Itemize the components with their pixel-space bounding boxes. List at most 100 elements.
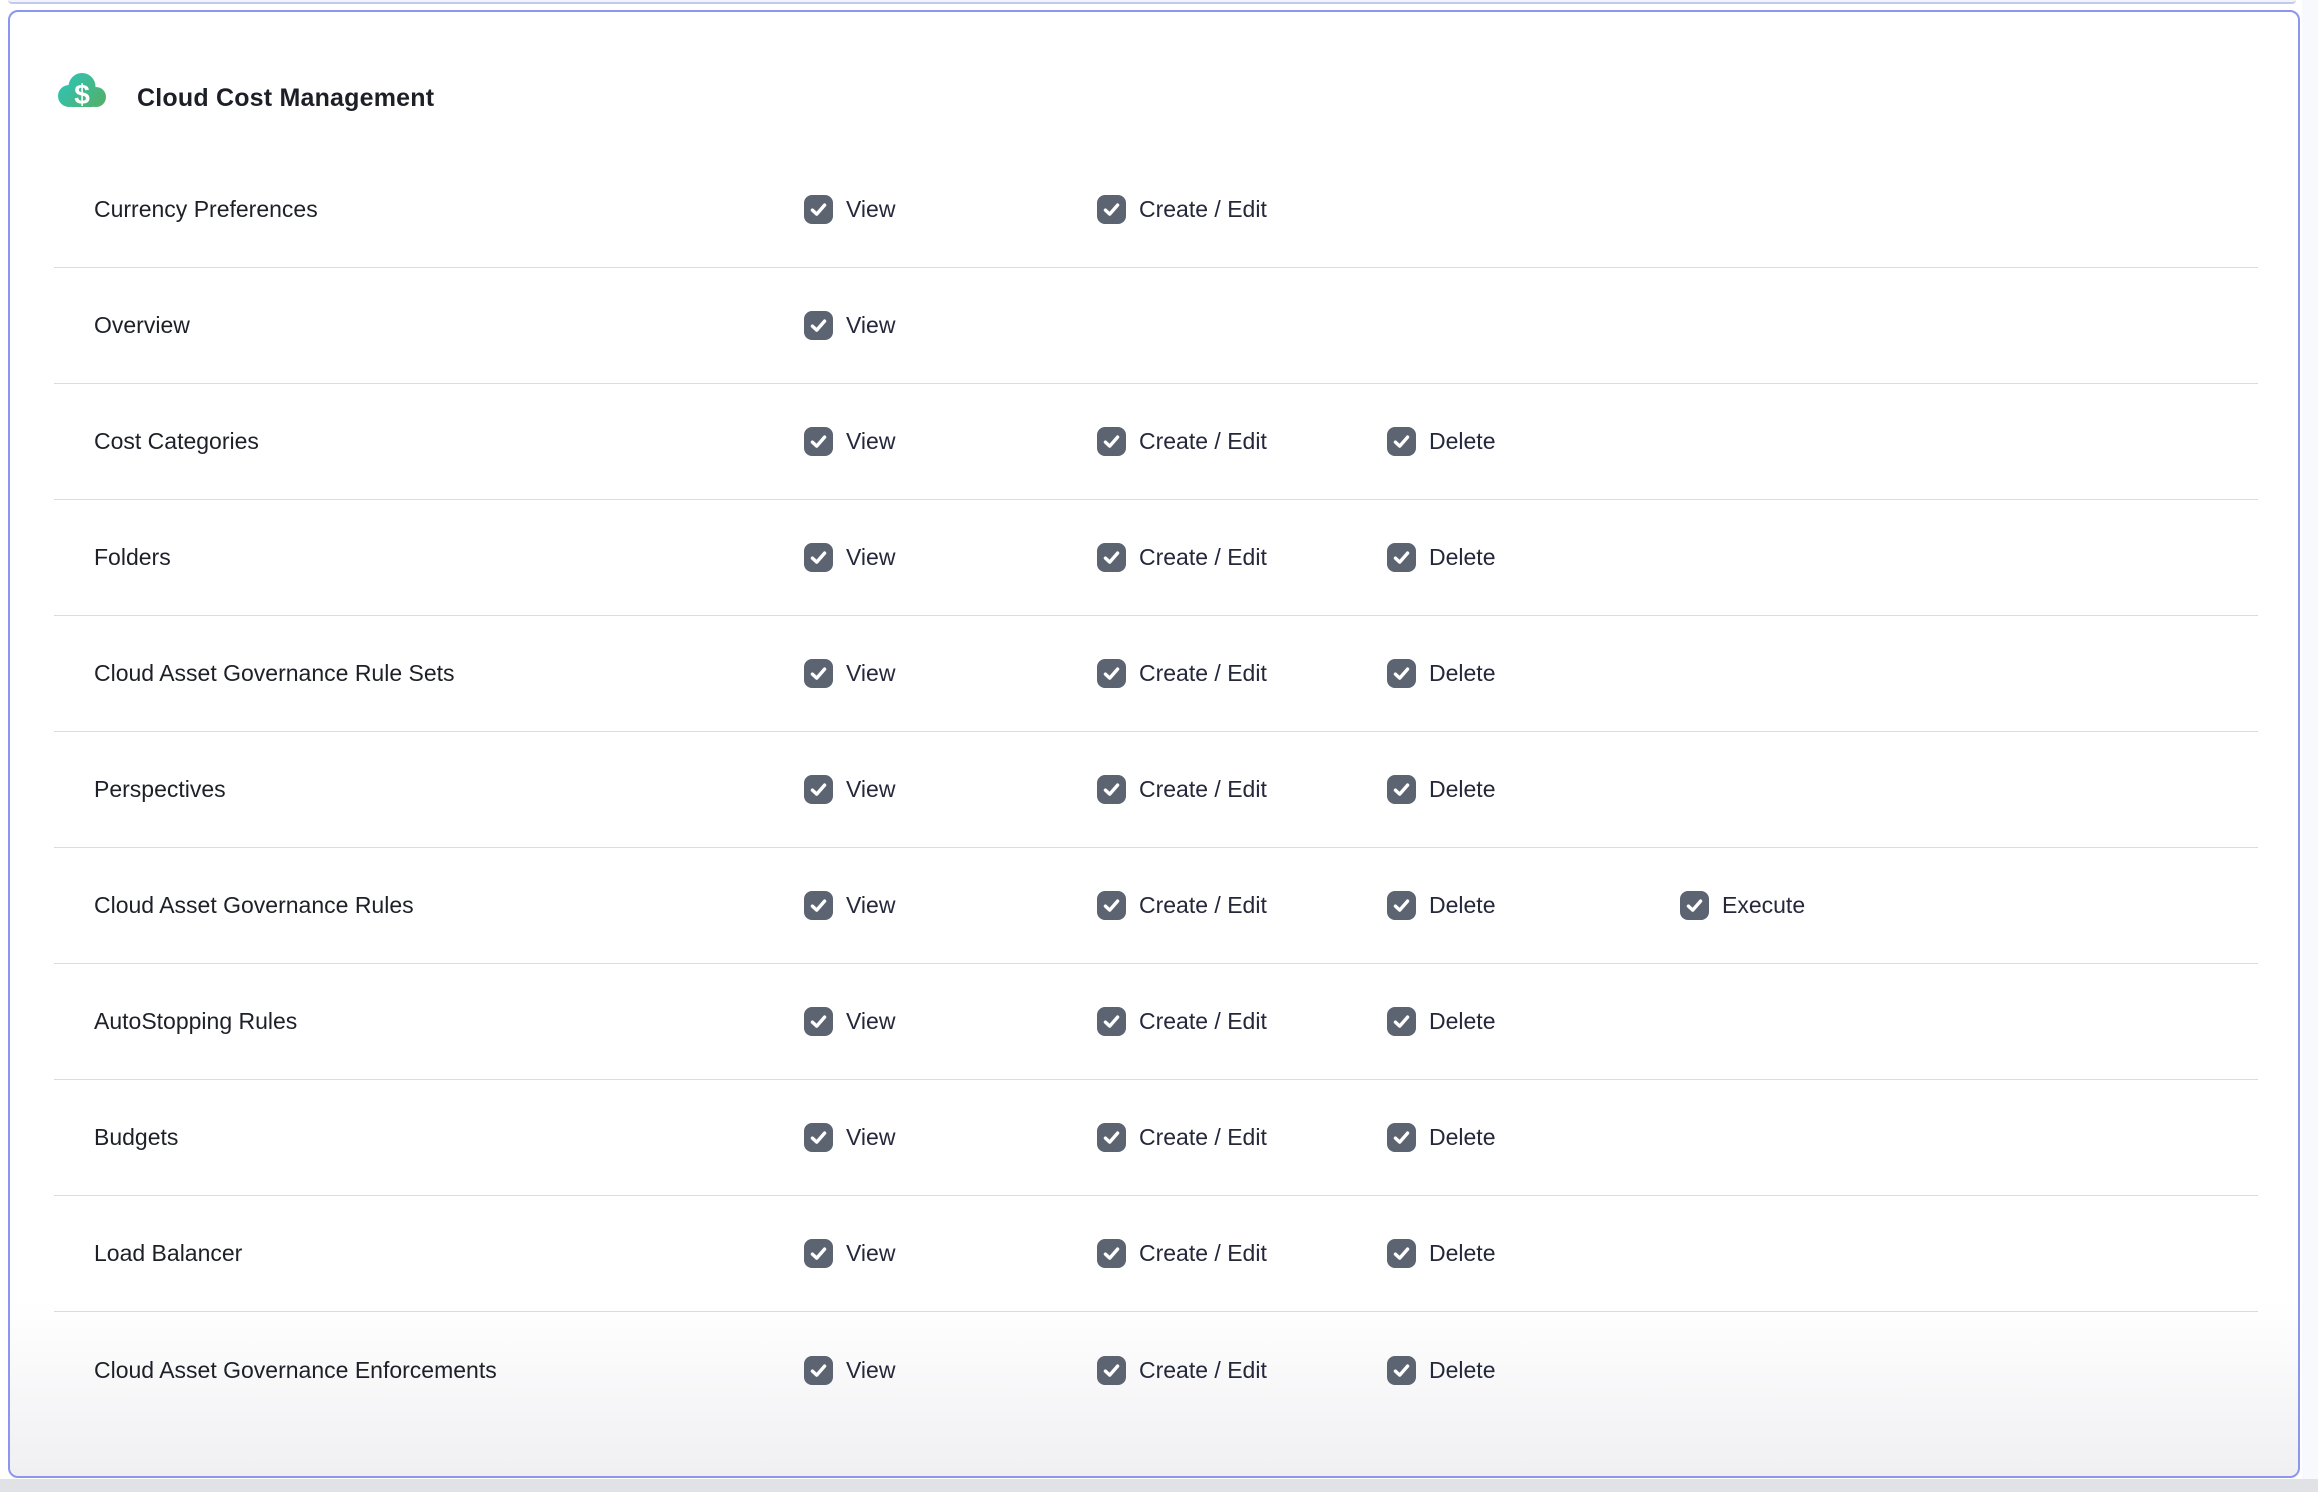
delete-checkbox[interactable] (1387, 1123, 1416, 1152)
delete-checkbox[interactable] (1387, 1239, 1416, 1268)
resource-label: Cloud Asset Governance Rule Sets (94, 660, 804, 687)
create-edit-checkbox[interactable] (1097, 775, 1126, 804)
view-checkbox[interactable] (804, 1356, 833, 1385)
permission-cell: Create / Edit (1097, 543, 1387, 572)
view-checkbox[interactable] (804, 1239, 833, 1268)
checkmark-icon (808, 315, 829, 336)
checkmark-icon (808, 1243, 829, 1264)
create-edit-checkbox[interactable] (1097, 195, 1126, 224)
table-row-cloud-asset-governance-enforcements: Cloud Asset Governance Enforcements View… (54, 1312, 2258, 1428)
create-edit-checkbox[interactable] (1097, 1356, 1126, 1385)
create-edit-checkbox[interactable] (1097, 659, 1126, 688)
checkmark-icon (1391, 1243, 1412, 1264)
table-row-overview: Overview View (54, 268, 2258, 384)
cloud-dollar-icon: $ (55, 68, 109, 112)
create-edit-checkbox[interactable] (1097, 1239, 1126, 1268)
permission-label: View (846, 312, 895, 339)
svg-text:$: $ (74, 79, 90, 110)
delete-checkbox[interactable] (1387, 543, 1416, 572)
permission-cell: View (804, 659, 1097, 688)
table-row-cost-categories: Cost Categories View Create / Edit Delet… (54, 384, 2258, 500)
permission-cell: View (804, 427, 1097, 456)
view-checkbox[interactable] (804, 1123, 833, 1152)
permission-label: Create / Edit (1139, 1008, 1267, 1035)
delete-checkbox[interactable] (1387, 775, 1416, 804)
view-checkbox[interactable] (804, 1007, 833, 1036)
table-row-budgets: Budgets View Create / Edit Delete (54, 1080, 2258, 1196)
permission-label: Create / Edit (1139, 196, 1267, 223)
page-background-right (2302, 0, 2318, 1492)
permission-cell: Delete (1387, 1356, 1680, 1385)
permission-label: Delete (1429, 1008, 1495, 1035)
table-row-autostopping-rules: AutoStopping Rules View Create / Edit De… (54, 964, 2258, 1080)
delete-checkbox[interactable] (1387, 427, 1416, 456)
page-title: Cloud Cost Management (137, 84, 434, 113)
permission-label: Delete (1429, 660, 1495, 687)
view-checkbox[interactable] (804, 427, 833, 456)
permission-cell: Create / Edit (1097, 659, 1387, 688)
permission-label: Delete (1429, 776, 1495, 803)
delete-checkbox[interactable] (1387, 1356, 1416, 1385)
execute-checkbox[interactable] (1680, 891, 1709, 920)
permission-label: Create / Edit (1139, 1124, 1267, 1151)
checkmark-icon (808, 663, 829, 684)
checkmark-icon (808, 895, 829, 916)
permission-cell: View (804, 1123, 1097, 1152)
create-edit-checkbox[interactable] (1097, 891, 1126, 920)
checkmark-icon (808, 1011, 829, 1032)
permission-label: Delete (1429, 1357, 1495, 1384)
permission-cell: Delete (1387, 775, 1680, 804)
view-checkbox[interactable] (804, 775, 833, 804)
previous-card-edge (8, 0, 2296, 4)
resource-label: Folders (94, 544, 804, 571)
permission-label: Create / Edit (1139, 776, 1267, 803)
checkmark-icon (808, 547, 829, 568)
view-checkbox[interactable] (804, 543, 833, 572)
permission-label: View (846, 1357, 895, 1384)
checkmark-icon (808, 1127, 829, 1148)
permission-cell: Create / Edit (1097, 195, 1387, 224)
delete-checkbox[interactable] (1387, 659, 1416, 688)
create-edit-checkbox[interactable] (1097, 427, 1126, 456)
resource-label: Cost Categories (94, 428, 804, 455)
permission-cell: View (804, 1356, 1097, 1385)
view-checkbox[interactable] (804, 195, 833, 224)
checkmark-icon (1101, 1127, 1122, 1148)
checkmark-icon (1391, 779, 1412, 800)
checkmark-icon (1101, 199, 1122, 220)
permission-label: Create / Edit (1139, 1240, 1267, 1267)
permission-cell: Delete (1387, 1123, 1680, 1152)
permissions-table: Currency Preferences View Create / Edit … (54, 152, 2258, 1428)
view-checkbox[interactable] (804, 659, 833, 688)
checkmark-icon (1391, 1127, 1412, 1148)
permission-cell: Create / Edit (1097, 1123, 1387, 1152)
resource-label: Budgets (94, 1124, 804, 1151)
create-edit-checkbox[interactable] (1097, 1123, 1126, 1152)
view-checkbox[interactable] (804, 311, 833, 340)
delete-checkbox[interactable] (1387, 1007, 1416, 1036)
view-checkbox[interactable] (804, 891, 833, 920)
create-edit-checkbox[interactable] (1097, 1007, 1126, 1036)
checkmark-icon (808, 1360, 829, 1381)
permission-label: View (846, 428, 895, 455)
table-row-folders: Folders View Create / Edit Delete (54, 500, 2258, 616)
cloud-cost-management-permissions-card: $ Cloud Cost Management Currency Prefere… (8, 10, 2300, 1478)
page-background-bottom (0, 1479, 2318, 1492)
checkmark-icon (1391, 1360, 1412, 1381)
checkmark-icon (808, 199, 829, 220)
checkmark-icon (808, 779, 829, 800)
table-row-cloud-asset-governance-rules: Cloud Asset Governance Rules View Create… (54, 848, 2258, 964)
checkmark-icon (1391, 895, 1412, 916)
resource-label: Overview (94, 312, 804, 339)
checkmark-icon (1391, 431, 1412, 452)
delete-checkbox[interactable] (1387, 891, 1416, 920)
permission-cell: Create / Edit (1097, 775, 1387, 804)
create-edit-checkbox[interactable] (1097, 543, 1126, 572)
permission-cell: Execute (1680, 891, 2258, 920)
checkmark-icon (1684, 895, 1705, 916)
resource-label: Load Balancer (94, 1240, 804, 1267)
checkmark-icon (1101, 1360, 1122, 1381)
checkmark-icon (1101, 431, 1122, 452)
permission-label: Delete (1429, 544, 1495, 571)
permission-label: View (846, 1240, 895, 1267)
